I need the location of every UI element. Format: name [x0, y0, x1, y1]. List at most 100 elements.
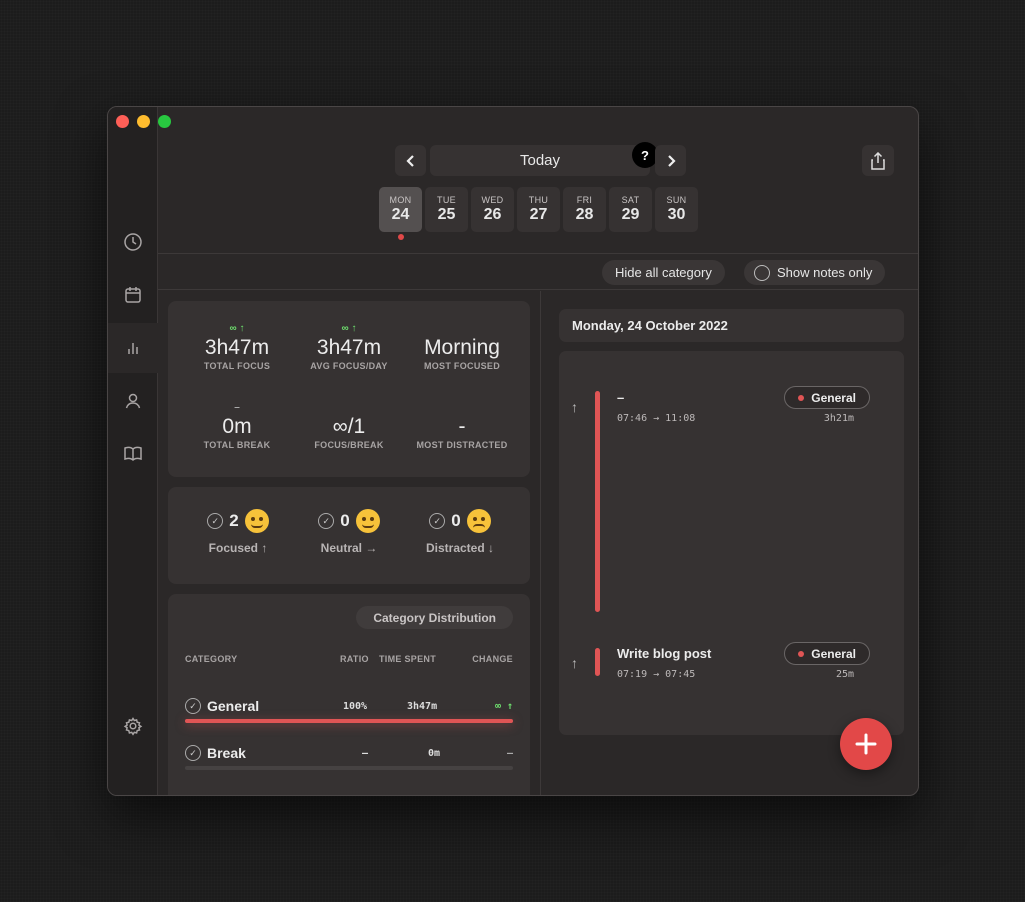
- mood-count: 0: [451, 511, 461, 530]
- sidebar: [108, 107, 158, 795]
- window-controls: [116, 115, 171, 128]
- clock-icon: [124, 233, 142, 251]
- summary-card: ∞ ↑ 3h47m TOTAL FOCUS ∞ ↑ 3h47m AVG FOCU…: [168, 301, 530, 477]
- day-name: SAT: [621, 195, 640, 205]
- sidebar-item-calendar[interactable]: [108, 270, 158, 320]
- pensive-emoji-icon: [466, 509, 491, 533]
- day-date: 25: [437, 206, 456, 223]
- check-icon: ✓: [207, 513, 224, 529]
- entry-title: –: [617, 390, 625, 405]
- week-day-selector: MON 24 TUE 25 WED 26 THU 27 FRI 28 SAT 2…: [379, 187, 698, 240]
- next-day-button[interactable]: [655, 145, 686, 176]
- stat-avg-focus: ∞ ↑ 3h47m AVG FOCUS/DAY: [289, 323, 409, 371]
- show-notes-label: Show notes only: [777, 265, 873, 280]
- day-thu[interactable]: THU 27: [517, 187, 560, 232]
- category-tag[interactable]: General: [784, 386, 870, 409]
- category-row-break[interactable]: ✓ Break – 0m –: [185, 745, 513, 775]
- trend-indicator: ∞ ↑: [229, 323, 245, 334]
- date-navigation: Today ? MON 24 TUE 25 WED 26 THU 27 FRI …: [158, 107, 918, 254]
- share-icon: [871, 151, 885, 170]
- check-icon: ✓: [318, 513, 335, 529]
- show-notes-only-toggle[interactable]: Show notes only: [744, 260, 886, 285]
- mood-label: Distracted ↓: [425, 541, 495, 555]
- stat-value: 3h47m: [316, 336, 382, 359]
- day-tue[interactable]: TUE 25: [425, 187, 468, 232]
- stat-total-focus: ∞ ↑ 3h47m TOTAL FOCUS: [177, 323, 297, 371]
- bar-chart-icon: [128, 343, 138, 354]
- category-ratio-bar: [185, 719, 513, 723]
- sidebar-item-stats[interactable]: [108, 323, 158, 373]
- day-date: 30: [667, 206, 686, 223]
- mood-label: Focused ↑: [208, 541, 268, 555]
- day-mon[interactable]: MON 24: [379, 187, 422, 240]
- stat-label: TOTAL BREAK: [203, 440, 271, 450]
- check-icon: ✓: [429, 513, 446, 529]
- stats-panel: ∞ ↑ 3h47m TOTAL FOCUS ∞ ↑ 3h47m AVG FOCU…: [158, 291, 540, 795]
- mood-count: 2: [229, 511, 239, 530]
- sidebar-item-timer[interactable]: [108, 217, 158, 267]
- sidebar-item-journal[interactable]: [108, 428, 158, 478]
- mood-card: ✓ 2 Focused ↑ ✓ 0 Neutral → ✓ 0 Distract…: [168, 487, 530, 584]
- stat-total-break: – 0m TOTAL BREAK: [177, 402, 297, 450]
- trend-indicator: ∞ ↑: [341, 323, 357, 334]
- trend-indicator: [289, 402, 409, 415]
- day-sat[interactable]: SAT 29: [609, 187, 652, 232]
- close-window-button[interactable]: [116, 115, 129, 128]
- activity-dot: [398, 234, 404, 240]
- day-date: 24: [391, 206, 410, 223]
- calendar-icon: [125, 287, 141, 303]
- category-ratio: –: [362, 748, 369, 759]
- today-button[interactable]: Today: [430, 145, 650, 176]
- day-fri[interactable]: FRI 28: [563, 187, 606, 232]
- sidebar-item-profile[interactable]: [108, 376, 158, 426]
- trend-indicator: –: [234, 402, 240, 413]
- day-name: MON: [389, 195, 412, 205]
- minimize-window-button[interactable]: [137, 115, 150, 128]
- filter-bar: Hide all category Show notes only: [158, 255, 918, 290]
- trend-indicator: [402, 402, 522, 415]
- check-icon[interactable]: ✓: [185, 745, 201, 761]
- category-time: 0m: [428, 748, 441, 759]
- previous-day-button[interactable]: [395, 145, 426, 176]
- person-icon: [125, 393, 141, 409]
- category-dot: [798, 650, 805, 657]
- stat-label: MOST FOCUSED: [423, 361, 501, 371]
- category-tag-label: General: [811, 390, 856, 405]
- gear-icon: [123, 717, 143, 736]
- day-wed[interactable]: WED 26: [471, 187, 514, 232]
- category-time: 3h47m: [407, 701, 438, 712]
- check-icon[interactable]: ✓: [185, 698, 201, 714]
- entry-duration-bar: [595, 391, 600, 612]
- category-name: Break: [207, 745, 246, 761]
- mood-neutral: ✓ 0 Neutral →: [294, 509, 404, 555]
- stat-label: MOST DISTRACTED: [416, 440, 508, 450]
- share-button[interactable]: [862, 145, 894, 176]
- day-name: FRI: [576, 195, 593, 205]
- sidebar-item-settings[interactable]: [108, 701, 158, 751]
- entry-title: Write blog post: [617, 646, 712, 661]
- zoom-window-button[interactable]: [158, 115, 171, 128]
- category-dot: [798, 394, 805, 401]
- stat-most-focused: Morning MOST FOCUSED: [402, 323, 522, 371]
- column-header-category: CATEGORY: [185, 654, 238, 664]
- stat-most-distracted: - MOST DISTRACTED: [402, 402, 522, 450]
- hide-all-category-button[interactable]: Hide all category: [602, 260, 725, 285]
- day-date: 28: [575, 206, 594, 223]
- category-tag[interactable]: General: [784, 642, 870, 665]
- day-name: SUN: [666, 195, 687, 205]
- arrow-up-icon: ↑: [571, 399, 578, 415]
- entry-duration: 25m: [835, 669, 854, 680]
- book-icon: [124, 446, 142, 462]
- day-name: WED: [481, 195, 504, 205]
- day-date: 26: [483, 206, 502, 223]
- category-distribution-title[interactable]: Category Distribution: [356, 606, 513, 629]
- day-sun[interactable]: SUN 30: [655, 187, 698, 232]
- arrow-up-icon: ↑: [571, 655, 578, 671]
- category-row-general[interactable]: ✓ General 100% 3h47m ∞ ↑: [185, 698, 513, 728]
- add-session-button[interactable]: [840, 718, 892, 770]
- toggle-circle-icon: [754, 264, 770, 281]
- column-header-ratio: RATIO: [340, 654, 369, 664]
- stat-value: Morning: [424, 336, 500, 359]
- timeline-panel: Monday, 24 October 2022 ↑ – 07:46 → 11:0…: [540, 291, 918, 795]
- category-tag-label: General: [811, 646, 856, 661]
